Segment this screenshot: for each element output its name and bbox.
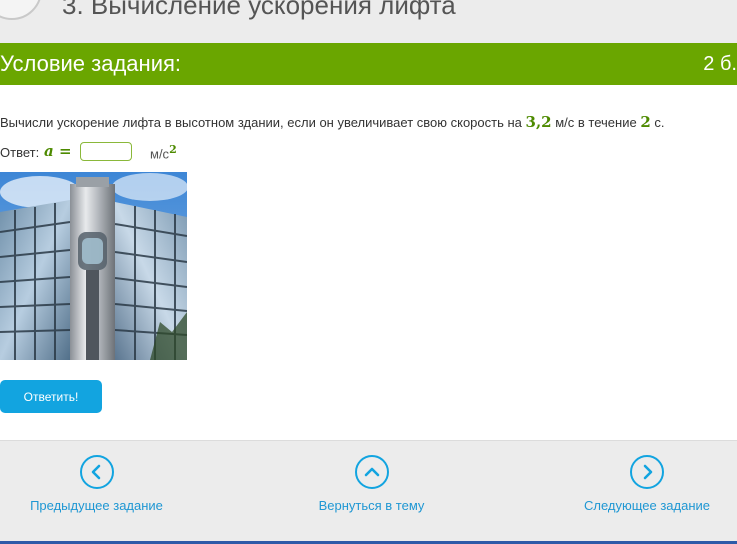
back-to-topic-link[interactable]: Вернуться в тему [314,455,429,513]
page-title: 3. Вычисление ускорения лифта [62,0,456,20]
answer-variable: a = [44,142,72,160]
task-number-circle [0,0,42,20]
condition-title: Условие задания: [0,51,182,76]
task-text: Вычисли ускорение лифта в высотном здани… [0,113,664,131]
unit-exponent: 2 [169,143,177,156]
chevron-up-icon[interactable] [354,455,389,489]
unit-text: м/с [150,146,170,162]
chevron-right-icon[interactable] [630,455,664,489]
task-text-part: Вычисли ускорение лифта в высотном здани… [0,115,526,130]
next-task-label[interactable]: Следующее задание [580,498,714,513]
elevator-photo [0,172,187,360]
footer-navigation: Предыдущее задание Вернуться в тему След… [0,440,737,542]
next-task-link[interactable]: Следующее задание [580,455,714,513]
previous-task-link[interactable]: Предыдущее задание [26,455,167,513]
points-label: 2 б. [703,53,737,75]
answer-unit: м/с2 [150,143,177,161]
previous-task-label[interactable]: Предыдущее задание [26,498,167,513]
submit-answer-button[interactable]: Ответить! [0,380,102,413]
time-value: 2 [640,113,651,131]
chevron-left-icon[interactable] [79,455,114,489]
speed-value: 3,2 [525,113,552,131]
answer-label: Ответ: [0,145,40,160]
task-text-part: с. [650,115,665,130]
top-header: 3. Вычисление ускорения лифта [0,0,737,43]
task-text-part: м/с в течение [551,115,641,130]
condition-bar: Условие задания: 2 б. [0,43,737,85]
answer-input[interactable] [80,142,132,161]
back-to-topic-label[interactable]: Вернуться в тему [314,498,429,513]
